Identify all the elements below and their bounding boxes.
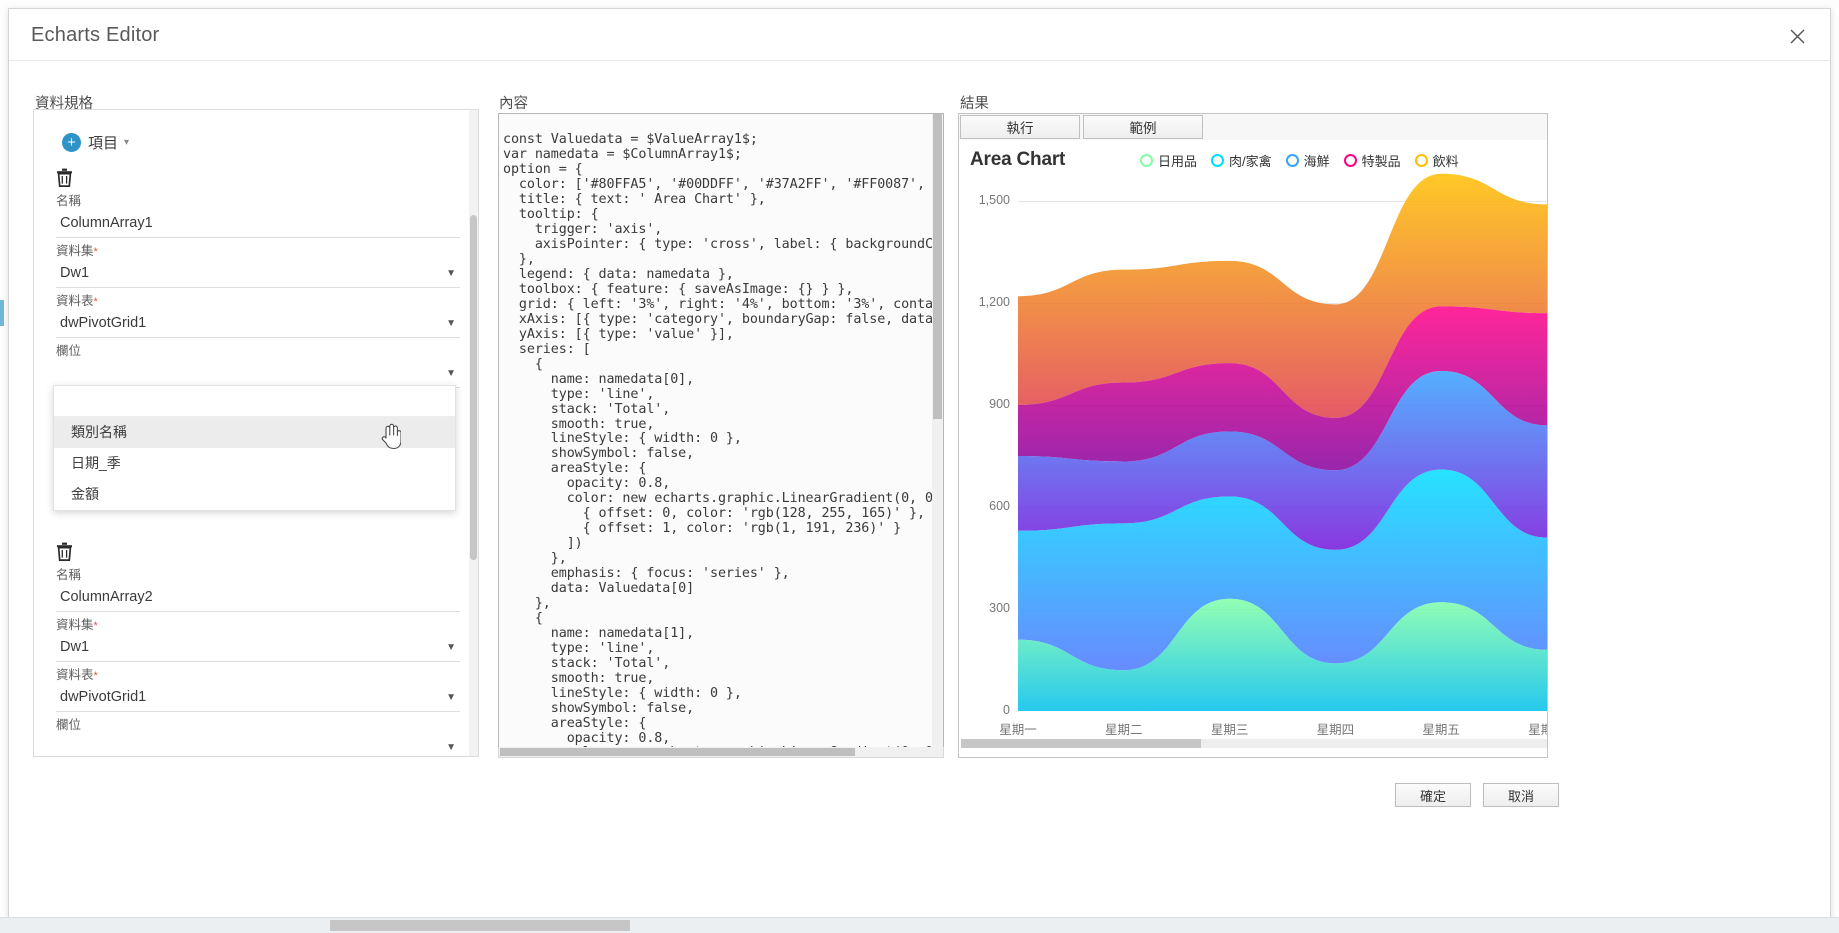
delete-item-2-icon[interactable] [56, 542, 76, 562]
x-tick-label: 星期一 [999, 723, 1037, 737]
item-1-dataset-select[interactable]: Dw1 ▼ [56, 261, 460, 288]
add-item-button[interactable]: + 項目 ▾ [62, 132, 129, 153]
field-options-dropdown: 類別名稱 日期_季 金額 [53, 385, 456, 511]
item-2-name-value: ColumnArray2 [60, 589, 153, 605]
item-2-dataset-field: 資料集* Dw1 ▼ [56, 614, 460, 662]
chevron-down-icon: ▼ [446, 318, 456, 329]
dropdown-option-2[interactable]: 金額 [54, 479, 455, 510]
code-editor-text[interactable]: const Valuedata = $ValueArray1$; var nam… [503, 132, 943, 757]
data-spec-scrollbar[interactable] [469, 110, 478, 756]
chevron-down-icon: ▼ [446, 742, 456, 753]
item-1-datatable-value: dwPivotGrid1 [60, 315, 147, 331]
x-tick-label: 星期四 [1316, 723, 1355, 737]
item-1-dataset-label-text: 資料集 [56, 244, 94, 258]
chevron-down-icon: ▼ [446, 268, 456, 279]
item-2-datatable-select[interactable]: dwPivotGrid1 ▼ [56, 685, 460, 712]
chevron-down-icon: ▼ [446, 692, 456, 703]
code-horizontal-scrollbar[interactable] [498, 747, 944, 758]
item-1-field-field: 欄位 ▼ [56, 340, 460, 388]
echarts-editor-dialog: Echarts Editor 資料規格 內容 結果 + 項目 ▾ 名稱 Colu… [8, 8, 1831, 925]
item-2-dataset-label-text: 資料集 [56, 618, 94, 632]
left-edge-indicator [0, 300, 4, 326]
x-tick-label: 星期五 [1422, 723, 1460, 737]
code-horizontal-scroll-thumb[interactable] [500, 748, 855, 756]
sample-button[interactable]: 範例 [1083, 115, 1203, 139]
item-2-field-label: 欄位 [56, 718, 82, 732]
x-tick-label: 星期三 [1210, 723, 1249, 737]
dialog-title: Echarts Editor [31, 24, 160, 46]
required-marker: * [93, 670, 98, 682]
required-marker: * [93, 246, 98, 258]
result-toolbar: 執行 範例 [959, 114, 1547, 140]
run-button[interactable]: 執行 [960, 115, 1080, 139]
section-label-content: 內容 [499, 96, 528, 112]
result-panel: 執行 範例 Area Chart 日用品 肉/家禽 海鮮 特製品 飲料 0 30… [958, 113, 1548, 758]
required-marker: * [93, 296, 98, 308]
item-2-field-select[interactable]: ▼ [56, 735, 460, 756]
field-options-search-input[interactable] [54, 386, 455, 417]
dialog-titlebar: Echarts Editor [9, 9, 1830, 61]
chevron-down-icon: ▼ [446, 642, 456, 653]
item-2-field-field: 欄位 ▼ [56, 714, 460, 756]
plus-circle-icon: + [62, 133, 81, 152]
column-array-item-2: 名稱 ColumnArray2 資料集* Dw1 ▼ 資料表* dwPivotG… [56, 542, 460, 756]
item-2-datatable-label: 資料表* [56, 664, 460, 683]
item-1-dataset-value: Dw1 [60, 265, 90, 281]
ok-button[interactable]: 確定 [1395, 783, 1471, 807]
item-1-field-label: 欄位 [56, 344, 82, 358]
cancel-button[interactable]: 取消 [1483, 783, 1559, 807]
item-2-dataset-value: Dw1 [60, 639, 90, 655]
item-1-dataset-label: 資料集* [56, 240, 460, 259]
section-label-result: 結果 [960, 96, 989, 112]
item-1-name-field: 名稱 ColumnArray1 [56, 190, 460, 238]
column-array-item-1: 名稱 ColumnArray1 資料集* Dw1 ▼ 資料表* dwPivotG… [56, 168, 460, 388]
item-2-dataset-select[interactable]: Dw1 ▼ [56, 635, 460, 662]
item-2-name-field: 名稱 ColumnArray2 [56, 564, 460, 612]
item-1-field-select[interactable]: ▼ [56, 361, 460, 388]
data-spec-scroll-thumb[interactable] [470, 215, 477, 560]
code-vertical-scrollbar[interactable] [932, 114, 943, 757]
chevron-down-icon: ▼ [446, 368, 456, 379]
item-2-name-label: 名稱 [56, 568, 82, 582]
screen-root: Echarts Editor 資料規格 內容 結果 + 項目 ▾ 名稱 Colu… [0, 0, 1839, 933]
item-1-datatable-label: 資料表* [56, 290, 460, 309]
required-marker: * [93, 620, 98, 632]
item-1-name-input[interactable]: ColumnArray1 [56, 211, 460, 238]
x-tick-label: 星期二 [1105, 723, 1143, 737]
item-1-dataset-field: 資料集* Dw1 ▼ [56, 240, 460, 288]
item-1-datatable-field: 資料表* dwPivotGrid1 ▼ [56, 290, 460, 338]
item-1-datatable-label-text: 資料表 [56, 294, 94, 308]
dropdown-option-1[interactable]: 日期_季 [54, 448, 455, 479]
chart-plot-area [1018, 173, 1547, 711]
app-bottom-scroll-thumb[interactable] [330, 920, 630, 931]
item-1-name-value: ColumnArray1 [60, 215, 153, 231]
item-2-dataset-label: 資料集* [56, 614, 460, 633]
code-vertical-scroll-thumb[interactable] [933, 114, 942, 419]
chart-preview: Area Chart 日用品 肉/家禽 海鮮 特製品 飲料 0 300 600 … [960, 141, 1547, 749]
item-2-name-input[interactable]: ColumnArray2 [56, 585, 460, 612]
code-editor-panel[interactable]: const Valuedata = $ValueArray1$; var nam… [498, 113, 944, 758]
item-1-datatable-select[interactable]: dwPivotGrid1 ▼ [56, 311, 460, 338]
dropdown-option-0[interactable]: 類別名稱 [54, 417, 455, 448]
app-bottom-scrollbar[interactable] [0, 917, 1839, 933]
x-tick-label: 星期六 [1528, 723, 1547, 737]
item-1-name-label: 名稱 [56, 194, 82, 208]
chevron-down-icon: ▾ [124, 137, 130, 148]
close-icon[interactable] [1778, 17, 1816, 55]
item-2-datatable-value: dwPivotGrid1 [60, 689, 147, 705]
item-2-datatable-label-text: 資料表 [56, 668, 94, 682]
add-item-label: 項目 [88, 135, 119, 152]
item-2-datatable-field: 資料表* dwPivotGrid1 ▼ [56, 664, 460, 712]
result-horizontal-scroll-thumb[interactable] [961, 739, 1201, 748]
delete-item-1-icon[interactable] [56, 168, 76, 188]
result-horizontal-scrollbar[interactable] [961, 739, 1547, 748]
